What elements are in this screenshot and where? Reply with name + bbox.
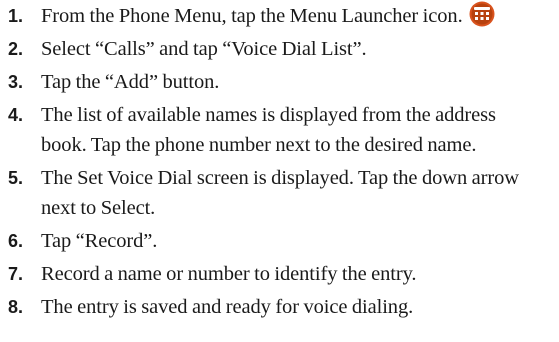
step-text-line: From the Phone Menu, tap the Menu Launch…	[41, 5, 463, 27]
step-text-line: next to Select.	[41, 197, 156, 219]
step-number: 7.	[8, 264, 24, 284]
step-text: Tap “Record”.	[41, 230, 158, 252]
step-number: 2.	[8, 39, 24, 59]
step-list: 1. From the Phone Menu, tap the Menu Lau…	[8, 1, 559, 322]
instruction-document: 1. From the Phone Menu, tap the Menu Lau…	[0, 0, 559, 342]
step-text: Record a name or number to identify the …	[41, 263, 417, 285]
step-2: 2. Select “Calls” and tap “Voice Dial Li…	[8, 34, 559, 64]
step-text: Tap the “Add” button.	[41, 71, 220, 93]
step-number: 3.	[8, 72, 24, 92]
step-7: 7. Record a name or number to identify t…	[8, 259, 559, 289]
step-text: The list of available names is displayed…	[41, 100, 559, 160]
step-text-line: book. Tap the phone number next to the d…	[41, 134, 477, 156]
step-text-line: The list of available names is displayed…	[41, 104, 496, 126]
step-number: 5.	[8, 168, 24, 188]
step-text-line: The Set Voice Dial screen is displayed. …	[41, 167, 519, 189]
menu-launcher-icon	[469, 1, 495, 27]
step-number: 4.	[8, 105, 24, 125]
step-text: From the Phone Menu, tap the Menu Launch…	[41, 1, 495, 27]
step-number: 1.	[8, 6, 24, 26]
step-3: 3. Tap the “Add” button.	[8, 67, 559, 97]
step-8: 8. The entry is saved and ready for voic…	[8, 292, 559, 322]
step-text: Select “Calls” and tap “Voice Dial List”…	[41, 38, 367, 60]
step-text: The entry is saved and ready for voice d…	[41, 296, 414, 318]
step-4: 4. The list of available names is displa…	[8, 100, 559, 160]
step-1: 1. From the Phone Menu, tap the Menu Lau…	[8, 1, 559, 31]
step-number: 8.	[8, 297, 24, 317]
step-text: The Set Voice Dial screen is displayed. …	[41, 163, 559, 223]
step-5: 5. The Set Voice Dial screen is displaye…	[8, 163, 559, 223]
step-number: 6.	[8, 231, 24, 251]
step-6: 6. Tap “Record”.	[8, 226, 559, 256]
